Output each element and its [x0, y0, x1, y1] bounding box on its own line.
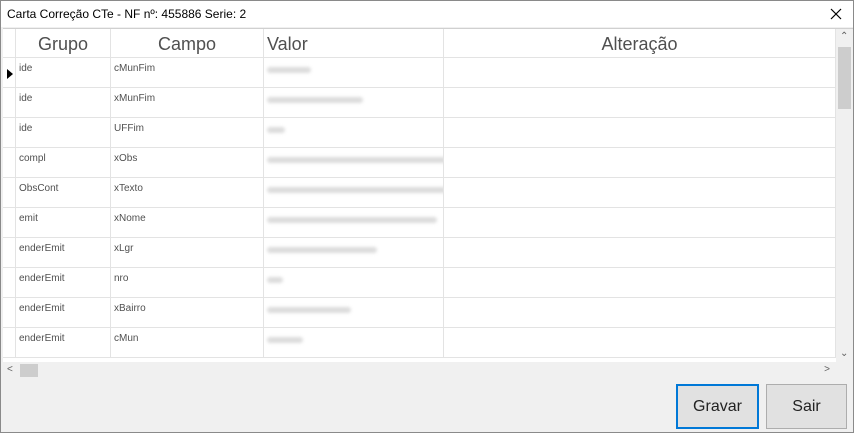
- row-header[interactable]: [3, 328, 16, 358]
- cell-campo[interactable]: cMunFim: [111, 58, 264, 88]
- scrollbar-corner: [836, 361, 853, 379]
- title-bar: Carta Correção CTe - NF nº: 455886 Serie…: [1, 1, 853, 27]
- cell-grupo[interactable]: enderEmit: [16, 238, 111, 268]
- cell-valor[interactable]: [264, 268, 444, 298]
- table-row[interactable]: compl xObs: [3, 148, 836, 178]
- scroll-right-icon[interactable]: >: [824, 365, 830, 375]
- cell-valor[interactable]: [264, 328, 444, 358]
- cell-valor[interactable]: [264, 58, 444, 88]
- cell-campo[interactable]: cMun: [111, 328, 264, 358]
- cell-grupo[interactable]: ide: [16, 58, 111, 88]
- table-row[interactable]: enderEmit xBairro: [3, 298, 836, 328]
- column-header-grupo[interactable]: Grupo: [16, 29, 111, 58]
- cell-valor[interactable]: [264, 118, 444, 148]
- column-header-valor[interactable]: Valor: [264, 29, 444, 58]
- scroll-up-icon[interactable]: ⌃: [840, 32, 848, 42]
- table-row[interactable]: enderEmit xLgr: [3, 238, 836, 268]
- dialog-window: Carta Correção CTe - NF nº: 455886 Serie…: [0, 0, 854, 433]
- table-row[interactable]: ObsCont xTexto: [3, 178, 836, 208]
- cell-alteracao[interactable]: [444, 58, 836, 88]
- scroll-down-icon[interactable]: ⌄: [840, 349, 848, 359]
- row-header[interactable]: [3, 148, 16, 178]
- column-header-campo[interactable]: Campo: [111, 29, 264, 58]
- row-header[interactable]: [3, 88, 16, 118]
- cell-grupo[interactable]: compl: [16, 148, 111, 178]
- cell-valor[interactable]: [264, 178, 444, 208]
- cell-campo[interactable]: xMunFim: [111, 88, 264, 118]
- redacted-value: [267, 157, 443, 163]
- vertical-scroll-thumb[interactable]: [838, 47, 851, 109]
- cell-alteracao[interactable]: [444, 88, 836, 118]
- cell-campo[interactable]: xNome: [111, 208, 264, 238]
- row-pointer-icon: [7, 69, 13, 79]
- cell-alteracao[interactable]: [444, 148, 836, 178]
- cell-alteracao[interactable]: [444, 268, 836, 298]
- cell-campo[interactable]: xTexto: [111, 178, 264, 208]
- cell-alteracao[interactable]: [444, 118, 836, 148]
- cell-grupo[interactable]: enderEmit: [16, 328, 111, 358]
- cell-valor[interactable]: [264, 148, 444, 178]
- grid-header: Grupo Campo Valor Alteração: [3, 29, 836, 58]
- row-header[interactable]: [3, 238, 16, 268]
- redacted-value: [267, 97, 363, 103]
- cell-alteracao[interactable]: [444, 238, 836, 268]
- redacted-value: [267, 217, 437, 223]
- redacted-value: [267, 337, 303, 343]
- cell-grupo[interactable]: emit: [16, 208, 111, 238]
- grid-rows: ide cMunFim ide xMunFim ide UFFim compl xObs Obs…: [3, 58, 836, 358]
- cell-valor[interactable]: [264, 238, 444, 268]
- cell-valor[interactable]: [264, 298, 444, 328]
- redacted-value: [267, 277, 283, 283]
- cell-grupo[interactable]: enderEmit: [16, 298, 111, 328]
- redacted-value: [267, 67, 311, 73]
- close-icon[interactable]: [827, 5, 845, 23]
- row-header[interactable]: [3, 268, 16, 298]
- table-row[interactable]: ide UFFim: [3, 118, 836, 148]
- horizontal-scrollbar[interactable]: < >: [3, 362, 836, 379]
- redacted-value: [267, 127, 285, 133]
- row-header-corner: [3, 29, 16, 58]
- row-header[interactable]: [3, 178, 16, 208]
- horizontal-scroll-thumb[interactable]: [20, 364, 38, 377]
- cell-campo[interactable]: xBairro: [111, 298, 264, 328]
- table-row[interactable]: emit xNome: [3, 208, 836, 238]
- cell-alteracao[interactable]: [444, 298, 836, 328]
- redacted-value: [267, 187, 443, 193]
- redacted-value: [267, 247, 377, 253]
- redacted-value: [267, 307, 351, 313]
- column-header-alteracao[interactable]: Alteração: [444, 29, 836, 58]
- table-row[interactable]: ide xMunFim: [3, 88, 836, 118]
- table-row[interactable]: ide cMunFim: [3, 58, 836, 88]
- data-grid[interactable]: Grupo Campo Valor Alteração ide cMunFim id…: [3, 28, 853, 379]
- cell-valor[interactable]: [264, 88, 444, 118]
- cell-grupo[interactable]: enderEmit: [16, 268, 111, 298]
- cell-campo[interactable]: nro: [111, 268, 264, 298]
- cell-campo[interactable]: UFFim: [111, 118, 264, 148]
- sair-button[interactable]: Sair: [766, 384, 847, 429]
- scroll-left-icon[interactable]: <: [7, 365, 13, 375]
- vertical-scrollbar[interactable]: ⌃ ⌄: [836, 29, 853, 362]
- cell-alteracao[interactable]: [444, 328, 836, 358]
- table-row[interactable]: enderEmit cMun: [3, 328, 836, 358]
- cell-grupo[interactable]: ide: [16, 88, 111, 118]
- cell-campo[interactable]: xLgr: [111, 238, 264, 268]
- table-row[interactable]: enderEmit nro: [3, 268, 836, 298]
- row-header[interactable]: [3, 208, 16, 238]
- row-header[interactable]: [3, 298, 16, 328]
- row-header[interactable]: [3, 58, 16, 88]
- window-title: Carta Correção CTe - NF nº: 455886 Serie…: [7, 7, 247, 21]
- cell-alteracao[interactable]: [444, 178, 836, 208]
- cell-grupo[interactable]: ide: [16, 118, 111, 148]
- gravar-button[interactable]: Gravar: [676, 384, 759, 429]
- cell-campo[interactable]: xObs: [111, 148, 264, 178]
- cell-grupo[interactable]: ObsCont: [16, 178, 111, 208]
- cell-alteracao[interactable]: [444, 208, 836, 238]
- cell-valor[interactable]: [264, 208, 444, 238]
- row-header[interactable]: [3, 118, 16, 148]
